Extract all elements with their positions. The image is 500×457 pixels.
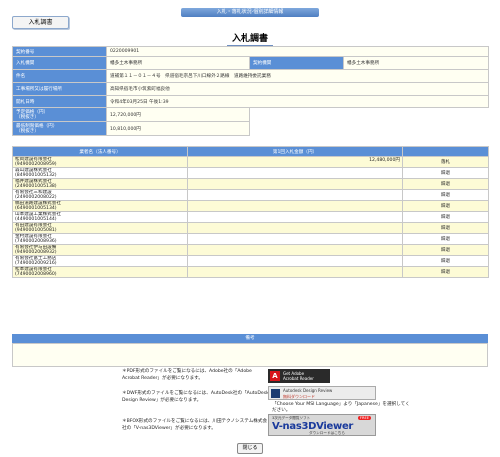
table-row: 山本建設工業株式会社 (4490001005144) 辞退 xyxy=(12,211,489,223)
open-date-value: 令和4年03月25日 午後1:39 xyxy=(106,95,489,108)
est-price-label: 予定価格（円） （税抜き） xyxy=(12,107,107,122)
bid-org-label: 入札機関 xyxy=(12,56,107,70)
table-row: 有限会社三和建設 (2490002008022) 辞退 xyxy=(12,189,489,201)
result-cell: 辞退 xyxy=(402,178,489,190)
result-cell: 辞退 xyxy=(402,200,489,212)
company-id: (8490001005132) xyxy=(15,173,57,178)
table-row: 松岡建設有限会社 (9490002008959) 12,480,000円 落札 xyxy=(12,156,489,168)
amount-cell xyxy=(187,266,403,278)
table-row: 有限会社富士工務店 (7490002009216) 辞退 xyxy=(12,255,489,267)
remarks-section: 備考 xyxy=(12,334,488,367)
company-id: (9490001005081) xyxy=(15,228,57,233)
company-id: (2490002008022) xyxy=(15,195,57,200)
company-cell: 有田建設有限会社 (9490001005081) xyxy=(12,222,188,234)
amount-cell xyxy=(187,244,403,256)
result-cell: 辞退 xyxy=(402,244,489,256)
dwf-language-note: 「Choose Your MSI Language」より「Japanese」を選… xyxy=(272,402,410,413)
table-row: 金村建設有限会社 (7490002008936) 辞退 xyxy=(12,233,489,245)
col-header-amount: 第1回入札金額（円） xyxy=(187,146,403,157)
table-row: 福井建設株式会社 (2490001005138) 辞退 xyxy=(12,178,489,190)
result-cell: 辞退 xyxy=(402,233,489,245)
company-id: (6490001005134) xyxy=(15,206,57,211)
company-id: (7490002008936) xyxy=(15,239,57,244)
company-id: (7490002008960) xyxy=(15,272,57,277)
company-cell: 森山建設株式会社 (8490001005132) xyxy=(12,167,188,179)
company-cell: 松本建設有限会社 (7490002008960) xyxy=(12,266,188,278)
company-id: (4490001005144) xyxy=(15,217,57,222)
amount-cell xyxy=(187,233,403,245)
note-pdf: ＊PDF形式のファイルをご覧になるには、Adobe社の「Adobe Acroba… xyxy=(122,369,252,381)
adobe-badge-text: Get Adobe Acrobat Reader xyxy=(283,371,314,381)
est-price-value: 12,720,000円 xyxy=(106,107,250,122)
company-cell: 福井建設株式会社 (2490001005138) xyxy=(12,178,188,190)
design-badge-download: 無料ダウンロード xyxy=(283,394,315,399)
table-row: 橋田道路建設株式会社 (6490001005134) 辞退 xyxy=(12,200,489,212)
design-badge-title: Autodesk Design Review xyxy=(283,388,333,393)
company-id: (2490001005138) xyxy=(15,184,57,189)
company-cell: 橋田道路建設株式会社 (6490001005134) xyxy=(12,200,188,212)
contract-no-value: 0220009901 xyxy=(106,46,489,57)
page-title: 入札調書 xyxy=(226,31,273,47)
amount-cell xyxy=(187,211,403,223)
contract-org-label: 契約機関 xyxy=(249,56,344,70)
company-cell: 有限会社三和建設 (2490002008022) xyxy=(12,189,188,201)
location-value: 高知県宿毛市小筑紫町福良他 xyxy=(106,82,489,96)
amount-cell xyxy=(187,222,403,234)
header-title: 入札・落札状況-個別詳細情報 xyxy=(181,8,319,17)
company-id: (7490002009216) xyxy=(15,261,57,266)
table-row: 有限会社伊与田設備 (9490002008932) 辞退 xyxy=(12,244,489,256)
note-dwf: ＊DWF形式のファイルをご覧になるには、AutoDesk社の「AutoDesk … xyxy=(122,391,269,403)
amount-cell xyxy=(187,255,403,267)
result-cell: 辞退 xyxy=(402,189,489,201)
vnas-badge-download: ダウンロードはこちら xyxy=(309,431,345,435)
adobe-reader-link[interactable]: A Get Adobe Acrobat Reader xyxy=(268,369,330,383)
item-name-label: 件名 xyxy=(12,69,107,83)
item-name-value: 道補第１１－０１－４号 県道宿毛宗呂下川口線外２路線 道路維持委託業務 xyxy=(106,69,489,83)
autodesk-logo-icon xyxy=(271,389,280,398)
location-label: 工事場所又は履行場所 xyxy=(12,82,107,96)
adobe-logo-icon: A xyxy=(270,371,280,381)
vnas-free-badge: FREE xyxy=(357,416,371,420)
page-title-wrap: 入札調書 xyxy=(0,31,500,47)
result-cell: 辞退 xyxy=(402,167,489,179)
tab-bid-record[interactable]: 入札調書 xyxy=(12,16,69,29)
company-cell: 松岡建設有限会社 (9490002008959) xyxy=(12,156,188,168)
company-cell: 有限会社富士工務店 (7490002009216) xyxy=(12,255,188,267)
amount-cell xyxy=(187,167,403,179)
note-bfo: ＊BFOX形式のファイルをご覧になるには、川田テクノシステム株式会社の「V-na… xyxy=(122,419,268,431)
design-review-link[interactable]: Autodesk Design Review 無料ダウンロード xyxy=(268,386,376,400)
company-cell: 有限会社伊与田設備 (9490002008932) xyxy=(12,244,188,256)
min-price-value: 10,810,000円 xyxy=(106,121,250,136)
result-cell: 辞退 xyxy=(402,222,489,234)
result-cell: 辞退 xyxy=(402,255,489,267)
amount-cell xyxy=(187,178,403,190)
amount-cell: 12,480,000円 xyxy=(187,156,403,168)
company-cell: 金村建設有限会社 (7490002008936) xyxy=(12,233,188,245)
result-cell: 落札 xyxy=(402,156,489,168)
info-table: 契約番号 0220009901 入札機関 幡多土木事務所 契約機関 幡多土木事務… xyxy=(12,46,489,136)
col-header-company: 業者名（法人番号） xyxy=(12,146,188,157)
amount-cell xyxy=(187,189,403,201)
vnas-viewer-link[interactable]: 3次元データ閲覧ソフト FREE V-nas3DViewer ダウンロードはこち… xyxy=(268,414,376,436)
remarks-header: 備考 xyxy=(12,334,488,343)
result-cell: 辞退 xyxy=(402,211,489,223)
col-header-result xyxy=(402,146,489,157)
open-date-label: 開札日時 xyxy=(12,95,107,108)
remarks-body xyxy=(12,343,488,367)
company-id: (9490002008959) xyxy=(15,162,57,167)
bid-org-value: 幡多土木事務所 xyxy=(106,56,250,70)
table-row: 松本建設有限会社 (7490002008960) 辞退 xyxy=(12,266,489,278)
result-cell: 辞退 xyxy=(402,266,489,278)
amount-cell xyxy=(187,200,403,212)
company-id: (9490002008932) xyxy=(15,250,57,255)
min-price-label: 最低制限価格（円） （税抜き） xyxy=(12,121,107,136)
table-row: 森山建設株式会社 (8490001005132) 辞退 xyxy=(12,167,489,179)
contract-org-value: 幡多土木事務所 xyxy=(343,56,489,70)
company-cell: 山本建設工業株式会社 (4490001005144) xyxy=(12,211,188,223)
bid-table: 業者名（法人番号） 第1回入札金額（円） 松岡建設有限会社 (9490002008… xyxy=(12,146,489,278)
contract-no-label: 契約番号 xyxy=(12,46,107,57)
table-row: 有田建設有限会社 (9490001005081) 辞退 xyxy=(12,222,489,234)
close-button[interactable]: 閉じる xyxy=(237,443,263,454)
